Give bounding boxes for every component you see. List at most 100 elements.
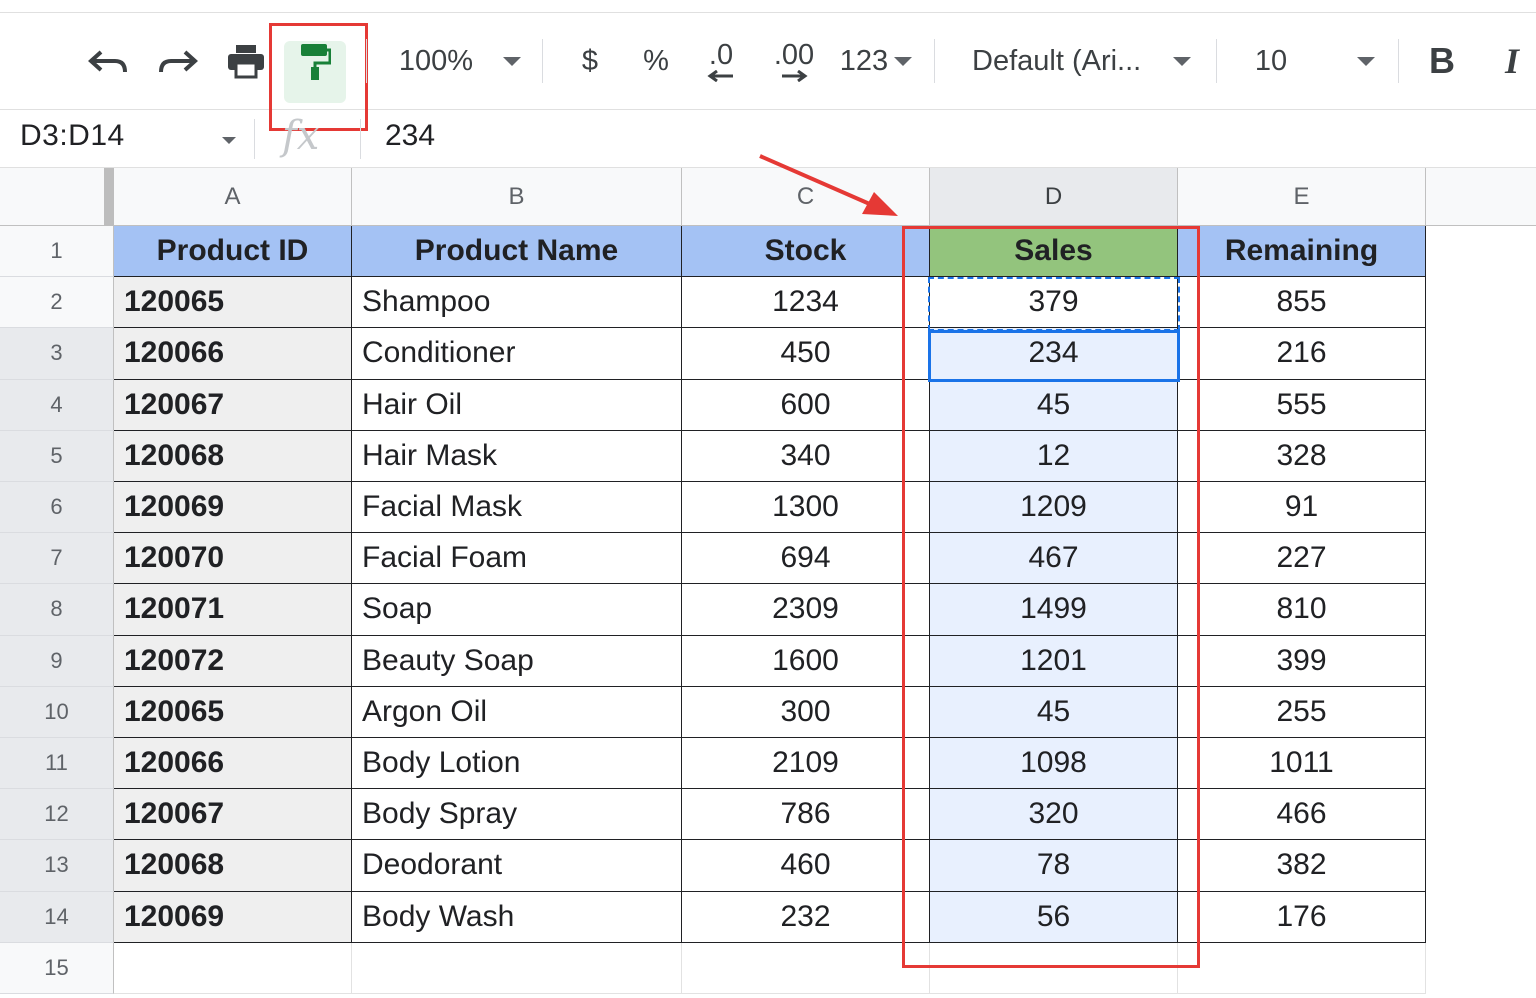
stock-cell[interactable]: 1234: [682, 277, 930, 329]
product-id-cell[interactable]: 120065: [114, 277, 352, 329]
italic-button[interactable]: I: [1490, 13, 1534, 109]
product-name-cell[interactable]: Facial Foam: [352, 533, 682, 585]
stock-cell[interactable]: 1600: [682, 635, 930, 687]
redo-icon[interactable]: [154, 13, 202, 109]
product-id-cell[interactable]: 120068: [114, 840, 352, 892]
name-box[interactable]: D3:D14: [20, 119, 125, 153]
product-id-cell[interactable]: 120072: [114, 635, 352, 687]
remaining-cell[interactable]: 227: [1178, 533, 1426, 585]
bold-button[interactable]: B: [1420, 13, 1464, 109]
row-header-15[interactable]: 15: [0, 942, 114, 994]
product-name-cell[interactable]: Hair Oil: [352, 379, 682, 431]
font-size-select[interactable]: 10: [1248, 13, 1294, 109]
currency-format-button[interactable]: $: [570, 13, 610, 109]
remaining-cell[interactable]: 1011: [1178, 738, 1426, 790]
row-header-2[interactable]: 2: [0, 277, 114, 329]
product-name-cell[interactable]: Deodorant: [352, 840, 682, 892]
stock-cell[interactable]: 2309: [682, 584, 930, 636]
empty-cell[interactable]: [1178, 942, 1426, 994]
row-header-13[interactable]: 13: [0, 840, 114, 892]
stock-cell[interactable]: 2109: [682, 738, 930, 790]
name-box-chevron-down-icon[interactable]: [222, 137, 236, 144]
product-name-cell[interactable]: Conditioner: [352, 328, 682, 380]
empty-cell[interactable]: [682, 942, 930, 994]
header-cell-a[interactable]: Product ID: [114, 226, 352, 278]
stock-cell[interactable]: 450: [682, 328, 930, 380]
product-name-cell[interactable]: Argon Oil: [352, 686, 682, 738]
number-format-button[interactable]: 123: [836, 13, 892, 109]
stock-cell[interactable]: 694: [682, 533, 930, 585]
product-name-cell[interactable]: Body Wash: [352, 891, 682, 943]
stock-cell[interactable]: 460: [682, 840, 930, 892]
remaining-cell[interactable]: 216: [1178, 328, 1426, 380]
remaining-cell[interactable]: 255: [1178, 686, 1426, 738]
product-name-cell[interactable]: Shampoo: [352, 277, 682, 329]
remaining-cell[interactable]: 328: [1178, 430, 1426, 482]
row-header-6[interactable]: 6: [0, 482, 114, 534]
stock-cell[interactable]: 340: [682, 430, 930, 482]
increase-decimal-button[interactable]: .00: [766, 13, 822, 109]
stock-cell[interactable]: 300: [682, 686, 930, 738]
undo-icon[interactable]: [84, 13, 132, 109]
row-header-11[interactable]: 11: [0, 738, 114, 790]
product-name-cell[interactable]: Facial Mask: [352, 482, 682, 534]
product-id-cell[interactable]: 120067: [114, 789, 352, 841]
row-header-3[interactable]: 3: [0, 328, 114, 380]
column-header-f[interactable]: [1426, 168, 1536, 226]
remaining-cell[interactable]: 91: [1178, 482, 1426, 534]
column-header-b[interactable]: B: [352, 168, 682, 226]
remaining-cell[interactable]: 555: [1178, 379, 1426, 431]
product-id-cell[interactable]: 120068: [114, 430, 352, 482]
frozen-column-handle[interactable]: [104, 168, 114, 226]
row-header-8[interactable]: 8: [0, 584, 114, 636]
row-header-5[interactable]: 5: [0, 430, 114, 482]
row-header-12[interactable]: 12: [0, 789, 114, 841]
row-header-10[interactable]: 10: [0, 686, 114, 738]
product-id-cell[interactable]: 120069: [114, 891, 352, 943]
product-id-cell[interactable]: 120066: [114, 738, 352, 790]
print-icon[interactable]: [222, 13, 270, 109]
product-name-cell[interactable]: Soap: [352, 584, 682, 636]
product-name-cell[interactable]: Body Lotion: [352, 738, 682, 790]
zoom-select[interactable]: 100%: [396, 13, 476, 109]
product-id-cell[interactable]: 120066: [114, 328, 352, 380]
font-chevron-down-icon[interactable]: [1170, 13, 1194, 109]
font-family-select[interactable]: Default (Ari...: [972, 13, 1150, 109]
font-size-chevron-down-icon[interactable]: [1354, 13, 1378, 109]
remaining-cell[interactable]: 399: [1178, 635, 1426, 687]
remaining-cell[interactable]: 810: [1178, 584, 1426, 636]
product-name-cell[interactable]: Beauty Soap: [352, 635, 682, 687]
number-format-chevron-down-icon[interactable]: [892, 13, 914, 109]
product-id-cell[interactable]: 120069: [114, 482, 352, 534]
zoom-chevron-down-icon[interactable]: [500, 13, 524, 109]
row-header-14[interactable]: 14: [0, 891, 114, 943]
row-header-4[interactable]: 4: [0, 379, 114, 431]
product-name-cell[interactable]: Body Spray: [352, 789, 682, 841]
column-header-a[interactable]: A: [114, 168, 352, 226]
header-cell-c[interactable]: Stock: [682, 226, 930, 278]
stock-cell[interactable]: 786: [682, 789, 930, 841]
header-cell-b[interactable]: Product Name: [352, 226, 682, 278]
column-header-c[interactable]: C: [682, 168, 930, 226]
row-header-1[interactable]: 1: [0, 226, 114, 278]
decrease-decimal-button[interactable]: .0: [696, 13, 746, 109]
remaining-cell[interactable]: 176: [1178, 891, 1426, 943]
product-name-cell[interactable]: Hair Mask: [352, 430, 682, 482]
column-header-e[interactable]: E: [1178, 168, 1426, 226]
remaining-cell[interactable]: 855: [1178, 277, 1426, 329]
row-header-7[interactable]: 7: [0, 533, 114, 585]
empty-cell[interactable]: [114, 942, 352, 994]
product-id-cell[interactable]: 120067: [114, 379, 352, 431]
remaining-cell[interactable]: 466: [1178, 789, 1426, 841]
product-id-cell[interactable]: 120071: [114, 584, 352, 636]
row-header-9[interactable]: 9: [0, 635, 114, 687]
product-id-cell[interactable]: 120065: [114, 686, 352, 738]
column-header-d[interactable]: D: [930, 168, 1178, 226]
select-all-corner[interactable]: [0, 168, 114, 226]
stock-cell[interactable]: 232: [682, 891, 930, 943]
empty-cell[interactable]: [352, 942, 682, 994]
stock-cell[interactable]: 600: [682, 379, 930, 431]
header-cell-e[interactable]: Remaining: [1178, 226, 1426, 278]
stock-cell[interactable]: 1300: [682, 482, 930, 534]
percent-format-button[interactable]: %: [636, 13, 676, 109]
